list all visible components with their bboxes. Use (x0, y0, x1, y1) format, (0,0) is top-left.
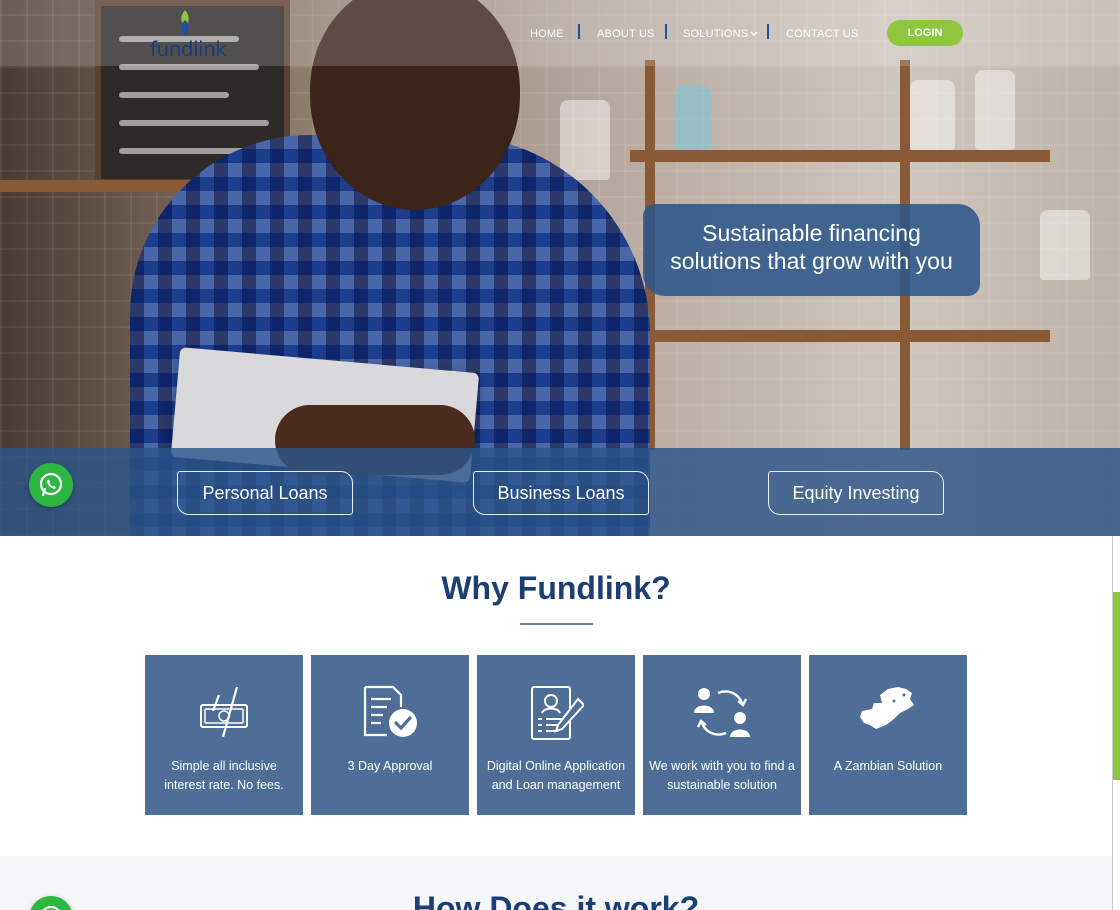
heading-divider (520, 623, 593, 625)
people-exchange-icon (643, 685, 801, 745)
personal-loans-button[interactable]: Personal Loans (177, 471, 353, 515)
money-rate-icon (145, 685, 303, 745)
equity-investing-button[interactable]: Equity Investing (768, 471, 944, 515)
hero-shelf (630, 150, 1050, 162)
hero-tagline-line2: solutions that grow with you (670, 248, 953, 274)
login-button[interactable]: LOGIN (887, 20, 963, 46)
nav-divider (767, 24, 769, 39)
feature-card: Digital Online Application and Loan mana… (477, 655, 635, 815)
feature-card: Simple all inclusive interest rate. No f… (145, 655, 303, 815)
nav-divider (665, 24, 667, 39)
nav-solutions[interactable]: SOLUTIONS (683, 25, 758, 43)
hero-jar (975, 70, 1015, 150)
feature-text: Digital Online Application and Loan mana… (486, 759, 626, 792)
feature-text: 3 Day Approval (347, 759, 433, 773)
fundlink-logo[interactable]: fundlink (150, 10, 230, 61)
scroll-indicator[interactable] (1113, 592, 1120, 780)
nav-divider (578, 24, 580, 39)
chevron-down-icon (750, 31, 758, 37)
hero-jar (910, 80, 955, 150)
hero-jar (675, 85, 711, 150)
whatsapp-icon (42, 905, 60, 910)
nav-home[interactable]: HOME (530, 25, 564, 43)
zambia-map-icon (809, 685, 967, 745)
hero-tagline: Sustainable financing solutions that gro… (643, 204, 980, 296)
hero-jar (1040, 210, 1090, 280)
how-it-works-heading: How Does it work? (412, 890, 700, 910)
whatsapp-button[interactable] (29, 463, 73, 507)
navbar: fundlink HOME ABOUT US SOLUTIONS CONTACT… (0, 0, 1120, 66)
hero-shelf (630, 330, 1050, 342)
feature-card: A Zambian Solution (809, 655, 967, 815)
nav-home-label: HOME (530, 28, 564, 40)
nav-contact-us[interactable]: CONTACT US (786, 25, 859, 43)
feature-card: We work with you to find a sustainable s… (643, 655, 801, 815)
logo-text: fundlink (150, 37, 227, 61)
leaf-icon (181, 10, 189, 36)
whatsapp-icon (39, 472, 63, 497)
why-fundlink-heading: Why Fundlink? (441, 570, 671, 606)
nav-solutions-label: SOLUTIONS (683, 28, 749, 40)
online-application-icon (477, 685, 635, 745)
nav-contact-us-label: CONTACT US (786, 28, 859, 40)
feature-text: Simple all inclusive interest rate. No f… (164, 759, 284, 792)
business-loans-button[interactable]: Business Loans (473, 471, 649, 515)
feature-card: 3 Day Approval (311, 655, 469, 815)
nav-about-us-label: ABOUT US (597, 28, 655, 40)
nav-about-us[interactable]: ABOUT US (597, 25, 655, 43)
document-check-icon (311, 685, 469, 745)
feature-text: A Zambian Solution (833, 759, 943, 773)
hero-tagline-line1: Sustainable financing (702, 220, 921, 246)
feature-text: We work with you to find a sustainable s… (649, 759, 795, 792)
